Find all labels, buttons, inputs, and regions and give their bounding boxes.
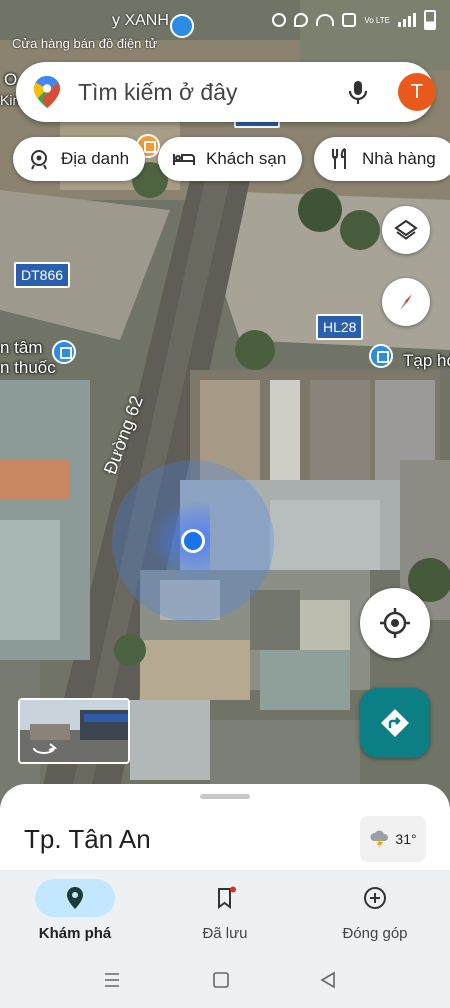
map-label-tam[interactable]: n tâm [0,338,43,358]
home-icon[interactable] [213,972,229,988]
back-icon[interactable] [320,971,335,989]
crosshair-icon [380,608,410,638]
chip-label: Địa danh [61,149,130,168]
signal-icon [398,13,416,27]
google-maps-logo-icon [34,76,60,108]
layers-icon [394,219,418,240]
system-navigation-bar [0,956,450,1008]
nav-explore[interactable]: Khám phá [0,870,150,956]
chip-hotels[interactable]: Khách sạn [158,137,303,181]
call-icon [342,13,357,27]
layers-button[interactable] [382,206,430,254]
thunderstorm-icon [370,830,389,849]
wifi-icon [316,14,335,26]
weather-badge[interactable]: 31° [360,816,426,862]
nav-contribute[interactable]: Đóng góp [300,870,450,956]
explore-pin-icon [67,887,83,909]
map-label-thuoc[interactable]: n thuốc [0,358,56,378]
nav-label: Đã lưu [202,925,248,942]
battery-icon [424,10,436,30]
status-bar: y XANH Cửa hàng bán đồ điện tử Vo LTE [0,0,450,51]
chip-landmarks[interactable]: Địa danh [13,137,146,181]
network-type-label: Vo LTE [364,15,390,25]
search-bar[interactable]: Tìm kiếm ở đây T [16,62,436,122]
compass-icon [400,294,412,310]
nav-saved[interactable]: Đã lưu [150,870,300,956]
my-location-dot[interactable] [181,529,205,553]
compass-button[interactable] [382,278,430,326]
account-avatar[interactable]: T [398,73,436,111]
temperature: 31° [395,831,417,847]
street-view-image [20,700,128,762]
add-circle-icon [364,887,386,909]
directions-button[interactable] [360,688,430,758]
my-location-button[interactable] [360,588,430,658]
fork-knife-icon [332,148,346,169]
chip-label: Nhà hàng [362,149,436,168]
bed-icon [173,154,195,165]
status-store-name: y XANH [112,12,169,29]
system-nav-buttons [105,971,335,989]
landmark-icon [31,150,47,170]
sheet-drag-handle[interactable] [200,794,250,799]
street-view-thumbnail[interactable] [18,698,130,764]
road-shield-hl28[interactable]: HL28 [316,314,364,340]
city-name: Tp. Tân An [24,824,151,854]
alarm-icon [272,13,287,27]
directions-icon [381,709,409,737]
road-shield-dt866[interactable]: DT866 [14,262,71,288]
status-icons: Vo LTE [272,10,436,30]
status-store-sub: Cửa hàng bán đồ điện tử [12,36,158,51]
nav-label: Đóng góp [342,925,408,942]
location-icon [294,13,309,27]
map-label-o: O [4,70,18,89]
map-label-tap-hoa[interactable]: Tạp hó [403,351,450,371]
microphone-icon[interactable] [344,78,372,106]
chip-label: Khách sạn [206,149,287,168]
shopping-pin-icon[interactable] [52,340,76,364]
recent-apps-icon[interactable] [105,973,119,987]
category-chips: Địa danh Khách sạn Nhà hàng [0,137,450,181]
bottom-navigation: Khám phá Đã lưu Đóng góp [0,870,450,956]
shopping-pin-icon[interactable] [369,344,393,368]
bookmark-icon [218,886,236,909]
chip-restaurants[interactable]: Nhà hàng [314,137,450,181]
shopping-bag-icon[interactable] [170,14,194,38]
nav-label: Khám phá [38,925,112,942]
search-input[interactable]: Tìm kiếm ở đây [78,79,238,106]
